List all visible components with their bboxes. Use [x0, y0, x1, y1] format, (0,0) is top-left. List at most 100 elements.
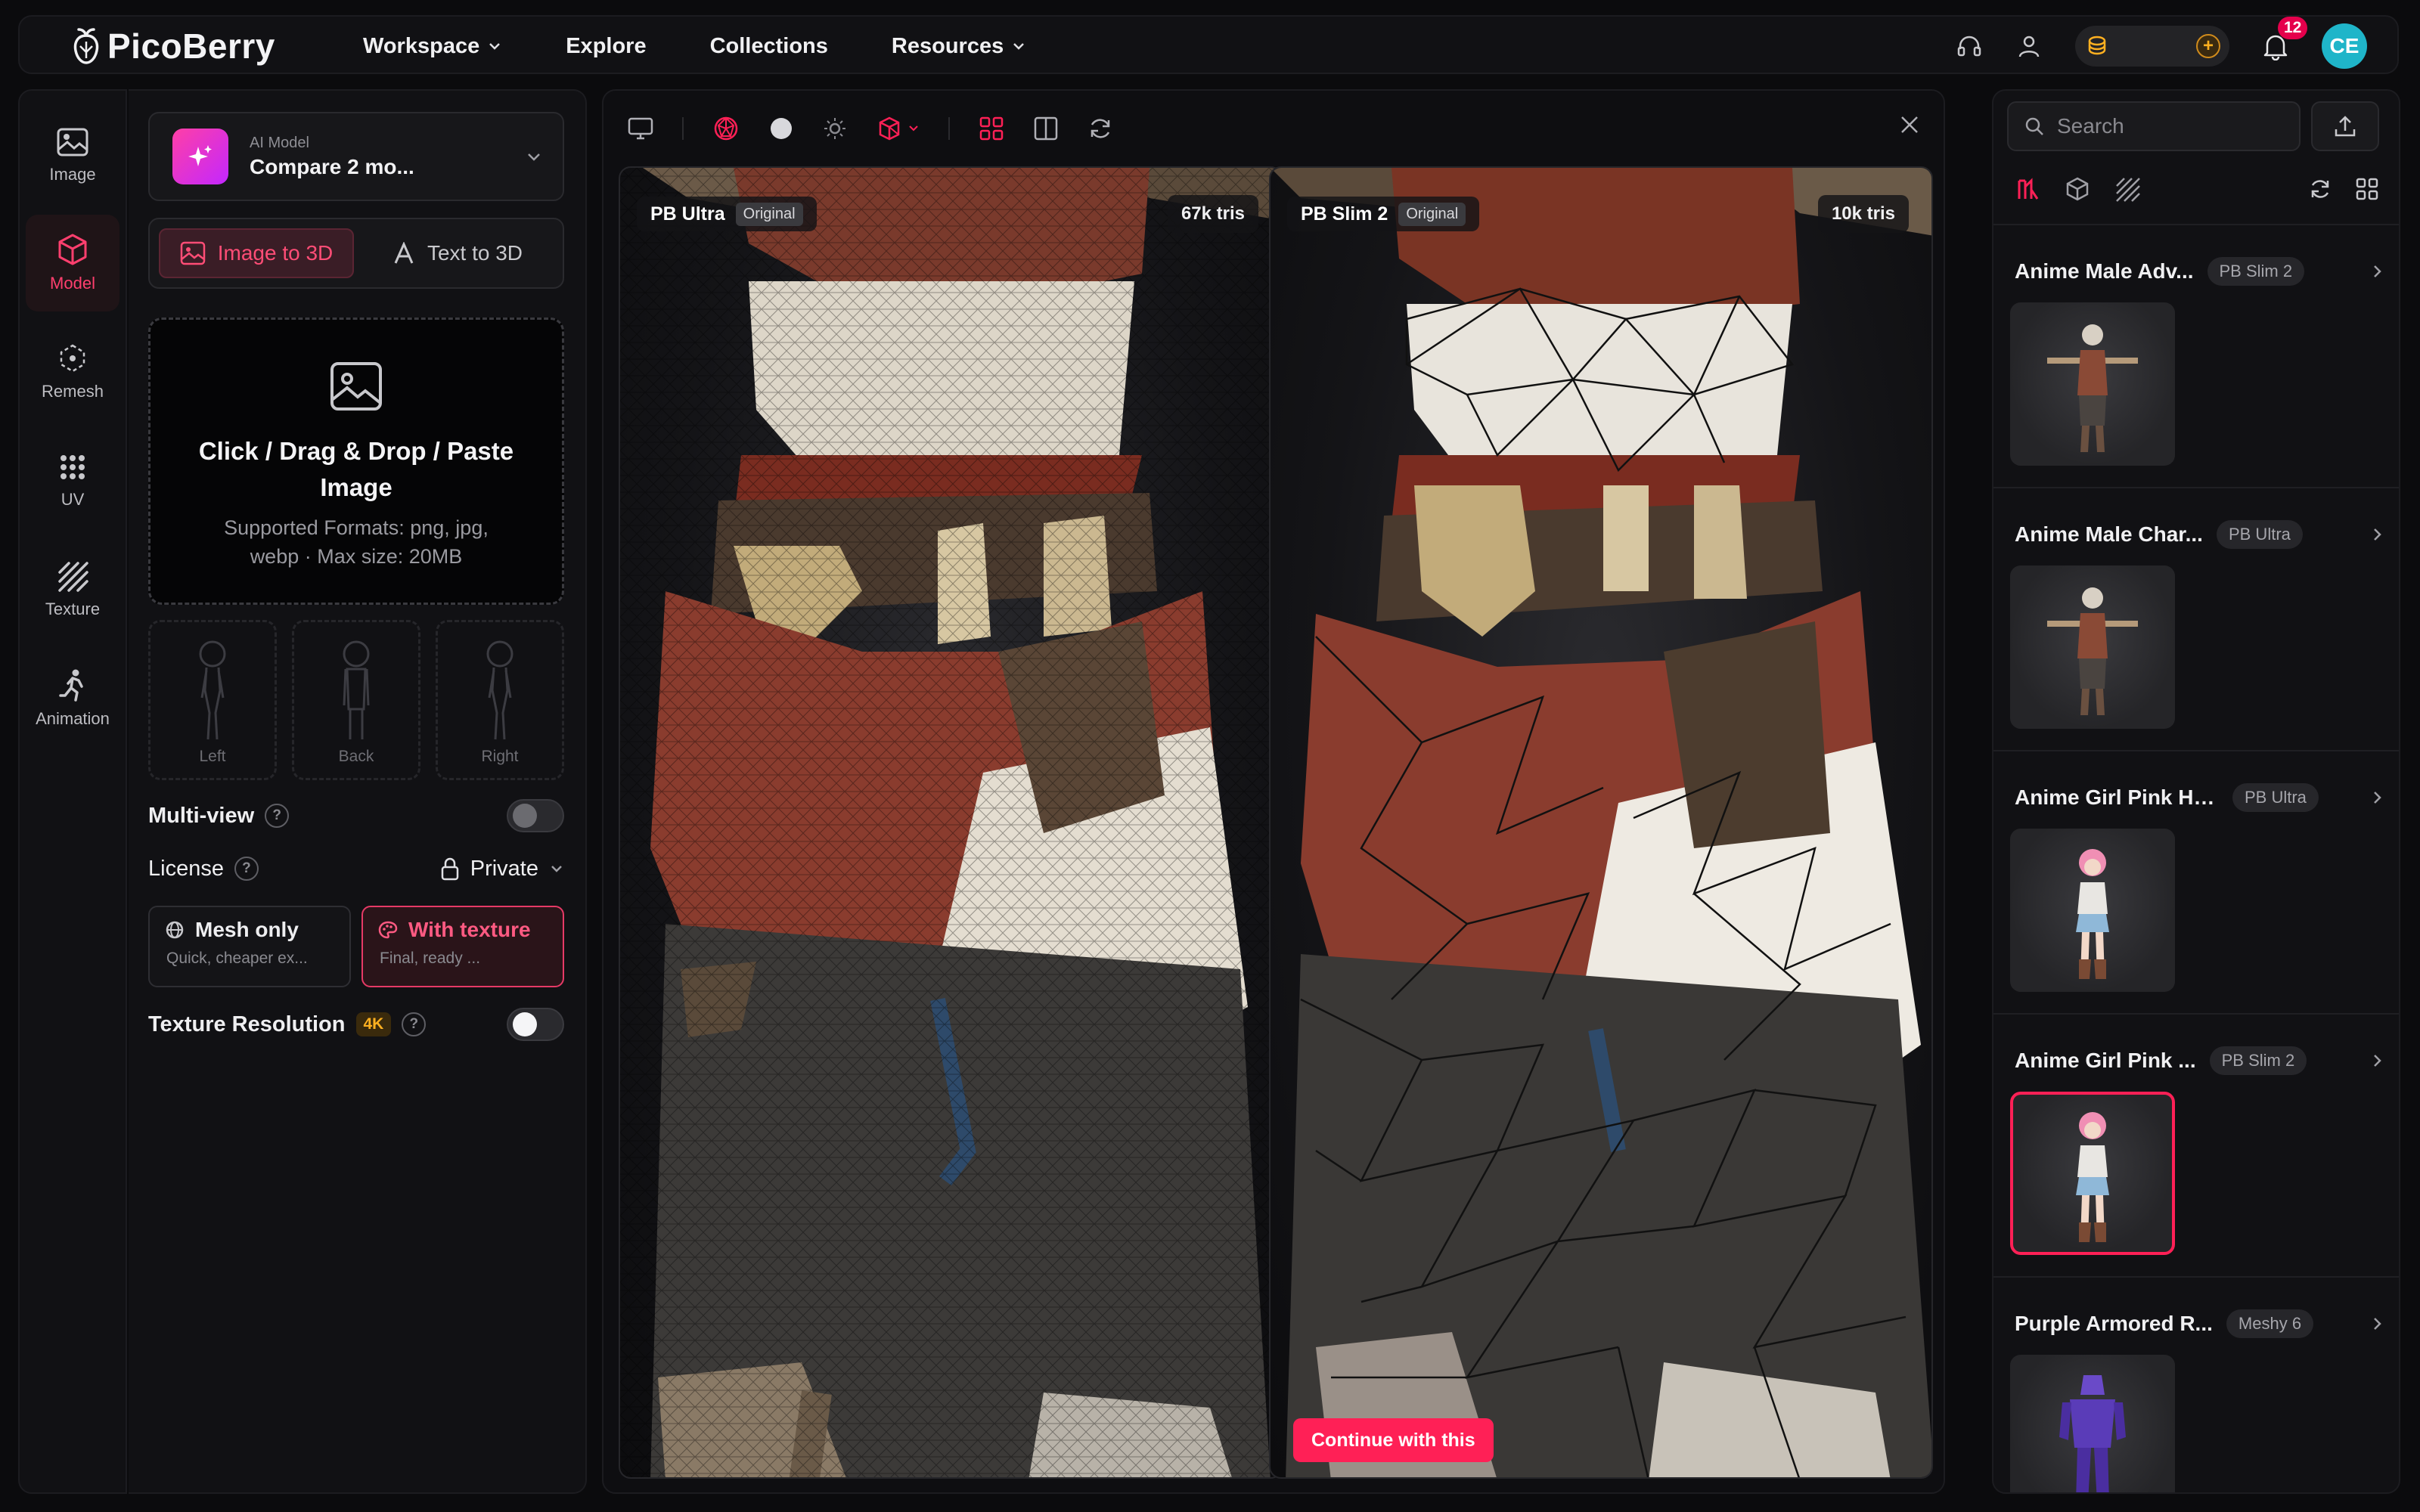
rail-item-model-label: Model — [50, 274, 95, 293]
rail-item-animation[interactable]: Animation — [26, 650, 119, 747]
list-item[interactable]: Anime Girl Pink Hair PB Ultra — [1993, 751, 2399, 1015]
render-mode-dropdown[interactable] — [876, 115, 920, 142]
notifications-button[interactable]: 12 — [2263, 17, 2308, 60]
split-view-icon[interactable] — [1033, 116, 1059, 141]
lock-icon — [441, 857, 458, 881]
refresh-icon[interactable] — [2308, 177, 2332, 201]
rail-item-model[interactable]: Model — [26, 215, 119, 311]
notification-count-badge: 12 — [2278, 17, 2308, 39]
picoberry-logo-icon — [73, 28, 99, 64]
triangle-count-left: 67k tris — [1167, 195, 1258, 233]
list-item-header: Anime Girl Pink Hair PB Ultra — [2015, 783, 2385, 812]
wireframe-sphere-icon[interactable] — [712, 115, 740, 142]
asset-thumbnail[interactable] — [2010, 829, 2175, 992]
help-icon[interactable]: ? — [265, 804, 290, 828]
model-label-right: PB Slim 2 Original — [1287, 197, 1480, 231]
add-credits-icon[interactable]: + — [2196, 34, 2220, 58]
multiview-row: Multi-view ? — [148, 797, 564, 835]
continue-with-this-button[interactable]: Continue with this — [1293, 1418, 1494, 1462]
library-search[interactable] — [2007, 101, 2301, 151]
toggle-knob — [513, 804, 537, 828]
asset-thumbnail[interactable] — [2010, 565, 2175, 729]
image-upload-dropzone[interactable]: Click / Drag & Drop / Paste Image Suppor… — [148, 318, 564, 605]
view-slot-left[interactable]: Left — [148, 620, 277, 780]
texture-resolution-row: Texture Resolution 4K ? — [148, 1005, 564, 1043]
grid-view-icon[interactable] — [979, 116, 1004, 141]
triangle-count-right: 10k tris — [1817, 195, 1909, 233]
chevron-right-icon[interactable] — [2369, 526, 2385, 543]
character-render-low-poly — [1270, 168, 1931, 1477]
headset-support-icon[interactable] — [1956, 33, 1983, 60]
list-item[interactable]: Anime Male Adv... PB Slim 2 — [1993, 225, 2399, 488]
list-item[interactable]: Anime Male Char... PB Ultra — [1993, 488, 2399, 751]
with-texture-subtitle: Final, ready ... — [380, 950, 481, 967]
light-sun-icon[interactable] — [823, 116, 847, 141]
rail-item-uv[interactable]: UV — [26, 432, 119, 529]
view-slot-back-label: Back — [338, 748, 374, 765]
image-to-3d-label: Image to 3D — [217, 241, 334, 265]
view-slot-back[interactable]: Back — [292, 620, 420, 780]
logo[interactable]: PicoBerry — [71, 26, 275, 67]
library-view-controls — [2308, 177, 2379, 201]
tool-rail: Image Model Remesh UV Texture Animation — [18, 89, 127, 1494]
view-slot-right[interactable]: Right — [436, 620, 564, 780]
rail-item-image[interactable]: Image — [26, 107, 119, 204]
help-icon[interactable]: ? — [234, 857, 259, 881]
library-list: Anime Male Adv... PB Slim 2 Anime Male C… — [1993, 225, 2399, 1492]
upload-button[interactable] — [2311, 101, 2379, 151]
nav-explore[interactable]: Explore — [566, 34, 646, 59]
cube-filter-icon[interactable] — [2065, 176, 2090, 202]
uv-grid-icon — [60, 455, 85, 479]
nav-collections-label: Collections — [709, 33, 828, 58]
close-icon[interactable] — [1898, 113, 1921, 136]
model-tag: PB Slim 2 — [2207, 257, 2305, 286]
user-profile-icon[interactable] — [2016, 33, 2042, 59]
character-render-dense-mesh — [620, 168, 1281, 1477]
chevron-right-icon[interactable] — [2369, 1315, 2385, 1332]
texture-filter-icon[interactable] — [2114, 176, 2140, 202]
chevron-right-icon[interactable] — [2369, 263, 2385, 280]
dropzone-hint: Supported Formats: png, jpg, webp · Max … — [224, 516, 489, 568]
image-icon — [180, 241, 205, 265]
chevron-right-icon[interactable] — [2369, 1052, 2385, 1069]
monitor-icon[interactable] — [628, 117, 653, 140]
remesh-icon — [60, 344, 85, 373]
top-right-actions: + 12 CE — [1956, 17, 2367, 76]
grid-view-icon[interactable] — [2355, 177, 2379, 201]
asset-thumbnail[interactable] — [2010, 302, 2175, 466]
solid-sphere-icon[interactable] — [768, 116, 794, 141]
refresh-sync-icon[interactable] — [1087, 116, 1113, 141]
model-name-left: PB Ultra — [650, 203, 725, 225]
chevron-right-icon[interactable] — [2369, 789, 2385, 806]
compare-pane-right[interactable]: PB Slim 2 Original 10k tris Continue wit… — [1269, 166, 1933, 1479]
model-tag: Meshy 6 — [2226, 1309, 2314, 1338]
ai-model-dropdown[interactable]: AI Model Compare 2 mo... — [148, 112, 564, 201]
list-item[interactable]: Anime Girl Pink ... PB Slim 2 — [1993, 1015, 2399, 1278]
rail-item-remesh[interactable]: Remesh — [26, 324, 119, 420]
list-item-header: Purple Armored R... Meshy 6 — [2015, 1309, 2385, 1338]
search-icon — [2025, 117, 2043, 135]
picoberry-filter-icon[interactable] — [2015, 176, 2040, 202]
image-to-3d-tab[interactable]: Image to 3D — [159, 228, 354, 278]
license-dropdown[interactable]: Private — [440, 857, 564, 881]
asset-thumbnail-selected[interactable] — [2010, 1092, 2175, 1255]
help-icon[interactable]: ? — [402, 1012, 427, 1036]
toolbar-divider — [682, 117, 684, 140]
tpose-character-thumbnail — [2047, 324, 2138, 452]
asset-thumbnail[interactable] — [2010, 1355, 2175, 1492]
rail-item-texture[interactable]: Texture — [26, 541, 119, 638]
nav-collections[interactable]: Collections — [710, 34, 828, 59]
with-texture-option[interactable]: With texture Final, ready ... — [361, 906, 564, 987]
text-to-3d-tab[interactable]: Text to 3D — [361, 228, 554, 278]
credits-widget[interactable]: + — [2075, 26, 2229, 67]
avatar[interactable]: CE — [2322, 23, 2367, 69]
compare-pane-left[interactable]: PB Ultra Original 67k tris — [619, 166, 1283, 1479]
list-item[interactable]: Purple Armored R... Meshy 6 — [1993, 1278, 2399, 1492]
multiview-toggle[interactable] — [507, 799, 564, 832]
model-tag: PB Ultra — [2216, 520, 2303, 549]
texture-resolution-toggle[interactable] — [507, 1008, 564, 1041]
mesh-only-option[interactable]: Mesh only Quick, cheaper ex... — [148, 906, 351, 987]
nav-workspace[interactable]: Workspace — [363, 34, 502, 59]
search-input[interactable] — [2057, 114, 2284, 138]
nav-resources[interactable]: Resources — [892, 34, 1026, 59]
